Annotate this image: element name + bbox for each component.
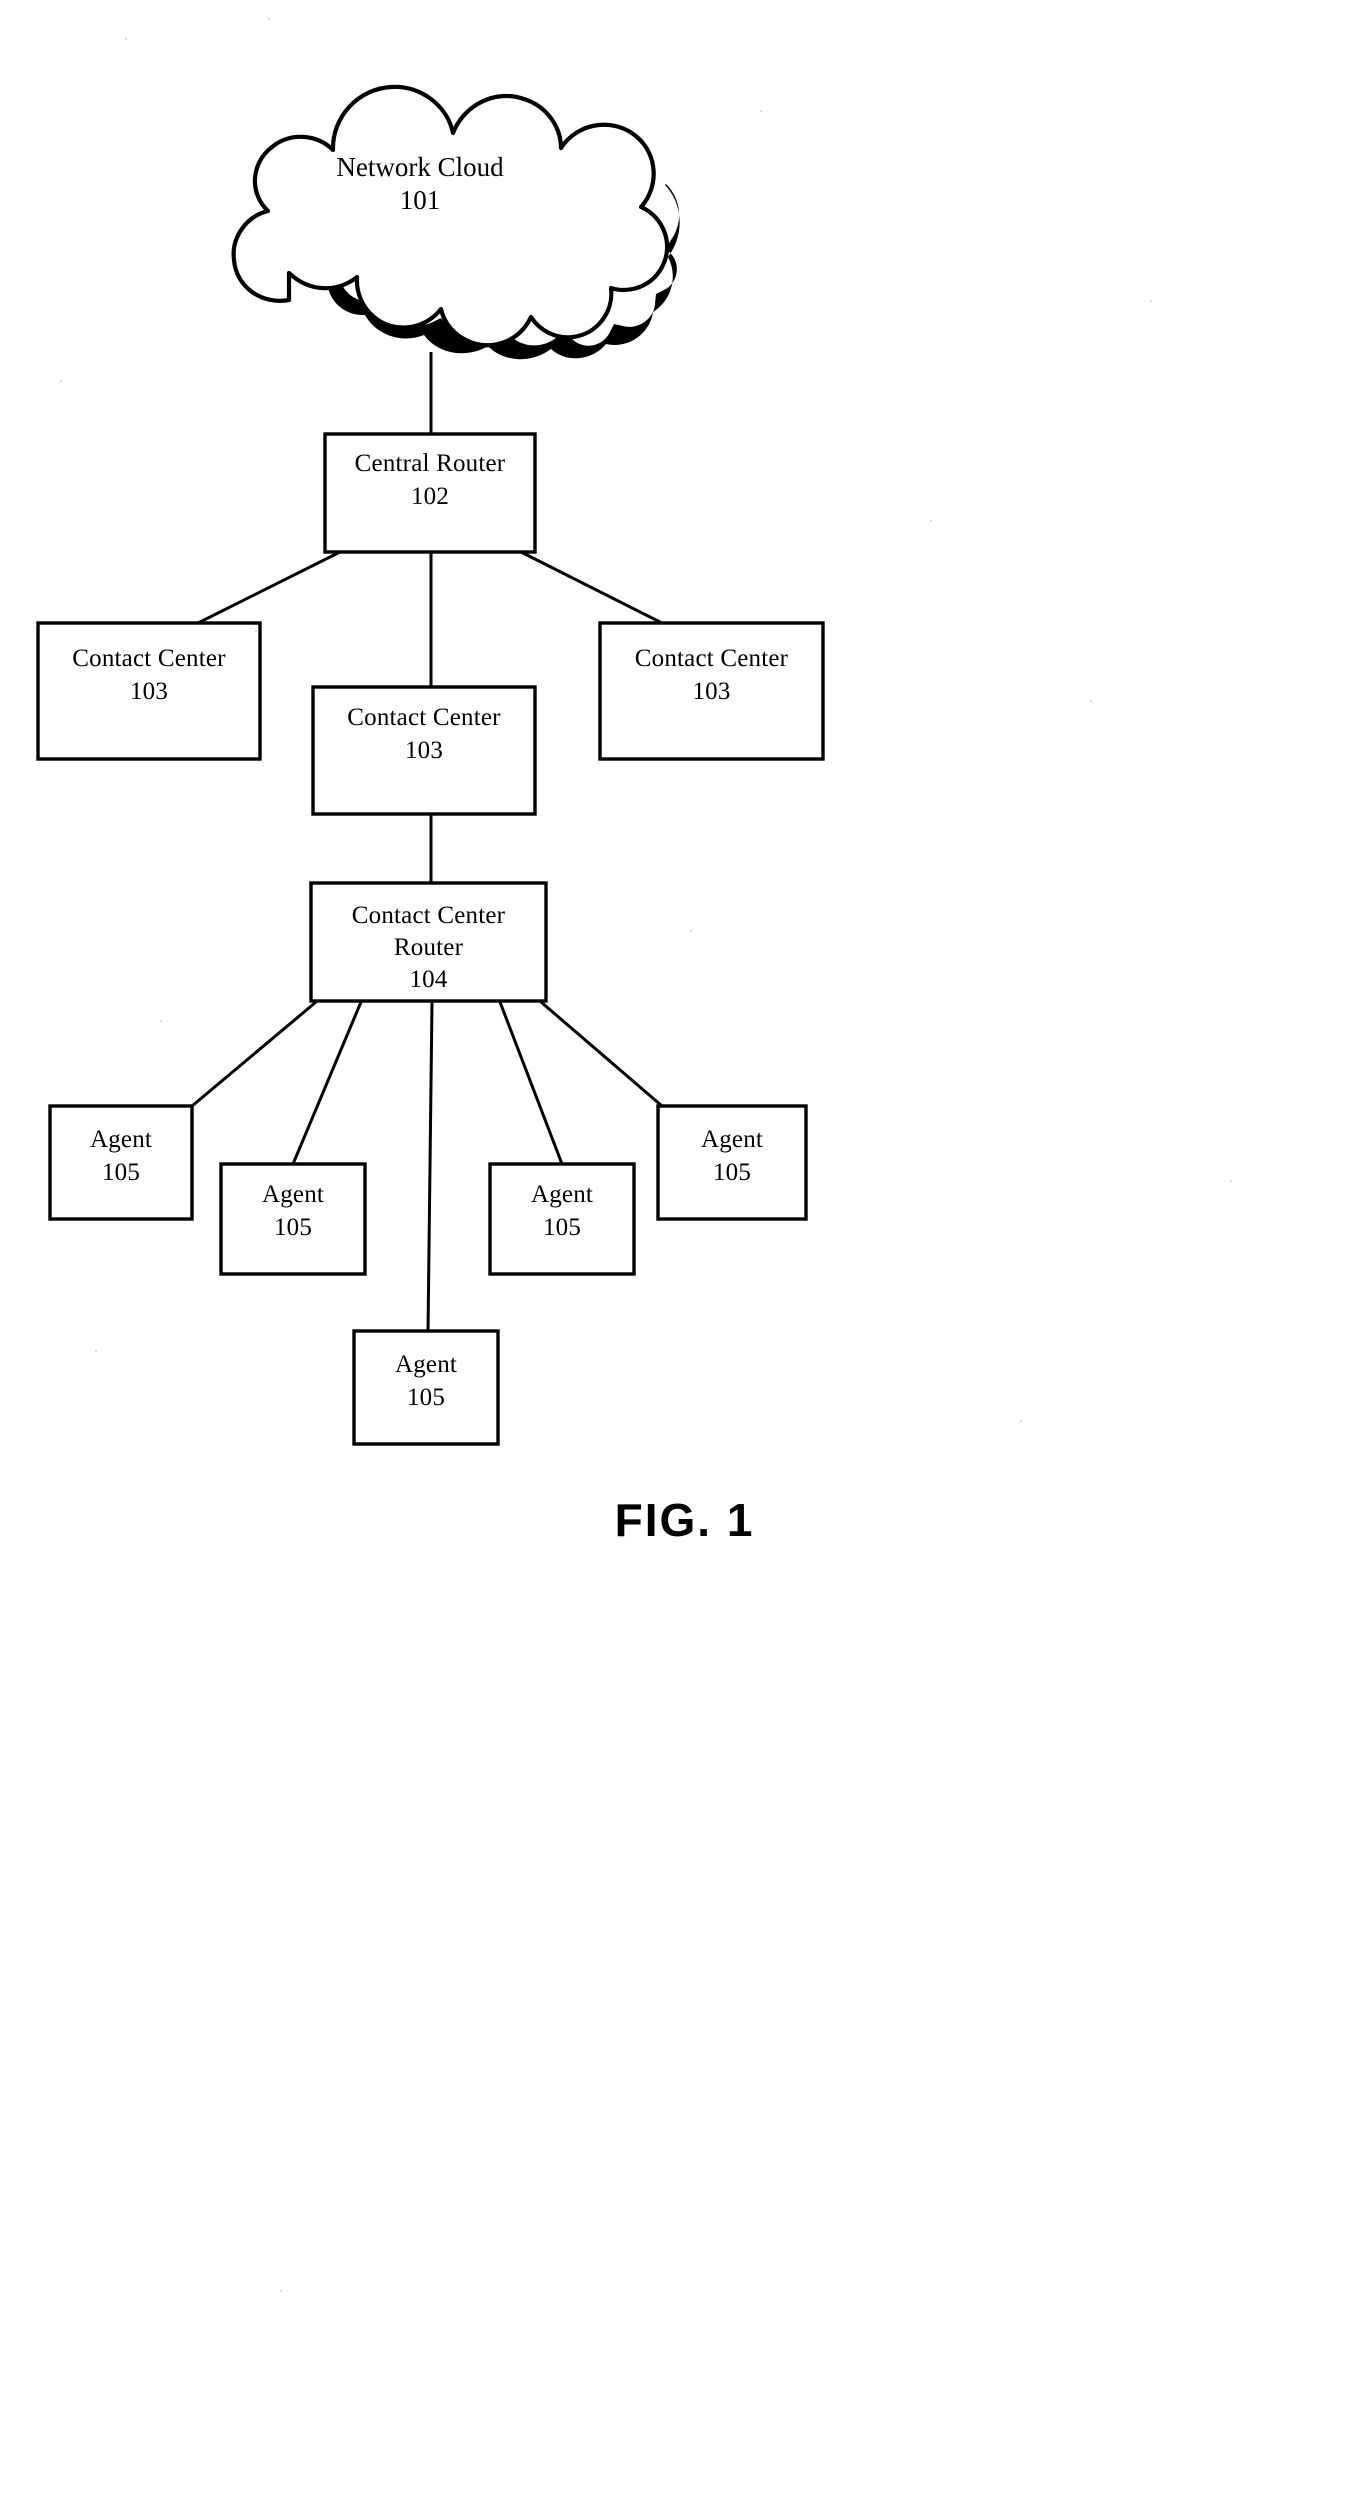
patent-figure-page: Network Cloud 101 Central Router 102 Con… xyxy=(0,0,1369,2497)
scan-speck xyxy=(930,520,932,522)
agent-left-box[interactable] xyxy=(219,1162,367,1276)
link-central-router-to-contact-center-right xyxy=(520,550,665,626)
scan-speck xyxy=(125,38,127,40)
scan-speck xyxy=(95,1350,97,1352)
scan-speck xyxy=(1090,700,1092,702)
scan-speck xyxy=(280,2290,282,2292)
contact-center-router-box[interactable] xyxy=(309,881,548,1003)
link-router-to-agent-far-left xyxy=(191,1000,317,1108)
link-router-to-agent-left xyxy=(291,1001,363,1165)
network-cloud: Network Cloud 101 xyxy=(231,84,680,360)
scan-speck xyxy=(255,630,257,632)
link-router-to-agent-bottom xyxy=(426,1001,434,1332)
scan-speck xyxy=(268,18,270,20)
contact-center-left-box[interactable] xyxy=(36,621,262,761)
central-router-box[interactable] xyxy=(323,432,537,554)
agent-right-box[interactable] xyxy=(488,1162,636,1276)
link-router-to-agent-right xyxy=(498,1001,564,1165)
scan-speck xyxy=(60,380,62,382)
network-cloud-label-line2: 101 xyxy=(400,185,441,215)
agent-bottom-box[interactable] xyxy=(352,1329,500,1446)
scan-speck xyxy=(1020,1420,1022,1422)
link-router-to-agent-far-right xyxy=(540,1000,663,1108)
agent-far-right-box[interactable] xyxy=(656,1104,808,1221)
figure-canvas: Network Cloud 101 xyxy=(36,84,825,1446)
scan-speck xyxy=(760,110,762,112)
scan-speck xyxy=(1150,300,1152,302)
figure-caption: FIG. 1 xyxy=(614,1494,755,1546)
network-cloud-label-line1: Network Cloud xyxy=(336,152,504,182)
agent-far-left-box[interactable] xyxy=(48,1104,194,1221)
scan-speck xyxy=(690,930,692,932)
contact-center-middle-box[interactable] xyxy=(311,685,537,816)
scan-speck xyxy=(1230,1180,1232,1182)
network-cloud-outline xyxy=(231,84,670,348)
link-central-router-to-contact-center-left xyxy=(195,550,341,626)
contact-center-right-box[interactable] xyxy=(598,621,825,761)
scan-speck xyxy=(160,1020,162,1022)
